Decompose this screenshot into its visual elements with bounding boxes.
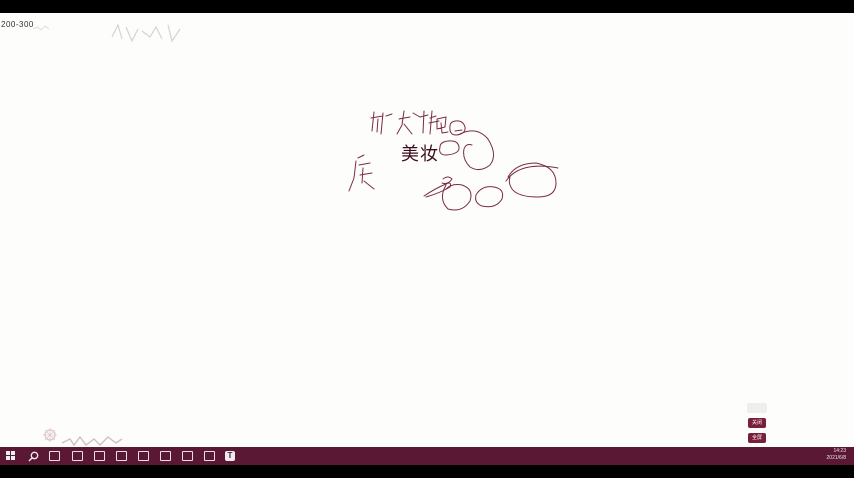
search-icon[interactable] xyxy=(26,449,40,463)
windows-start-icon[interactable] xyxy=(4,449,18,463)
ink-stroke xyxy=(396,110,421,135)
clock-date: 2021/6/8 xyxy=(826,455,846,461)
ink-stroke xyxy=(439,140,460,156)
ink-stroke xyxy=(454,129,463,132)
app-icon-1[interactable] xyxy=(47,449,61,463)
ink-stroke xyxy=(475,186,504,208)
app-icon-2[interactable] xyxy=(70,449,84,463)
app-icon-5[interactable] xyxy=(136,449,150,463)
ink-stroke xyxy=(457,130,494,171)
app-icon-7[interactable] xyxy=(180,449,194,463)
watermark-logo xyxy=(43,428,123,447)
clock-time: 14:23 xyxy=(833,448,846,454)
app-icon-8[interactable] xyxy=(202,449,216,463)
handwriting-ink-layer xyxy=(348,110,559,211)
app-icon-3[interactable] xyxy=(92,449,106,463)
whiteboard-canvas[interactable]: 200-300 美妆 关闭 全屏 xyxy=(0,13,854,447)
ink-stroke xyxy=(370,111,393,135)
close-button[interactable]: 关闭 xyxy=(748,418,766,428)
ink-stroke xyxy=(423,182,451,198)
ink-stroke xyxy=(348,154,375,192)
ink-stroke xyxy=(505,165,559,182)
ink-stroke xyxy=(419,110,440,135)
fullscreen-button[interactable]: 全屏 xyxy=(748,433,766,443)
ink-stroke xyxy=(507,162,557,198)
system-clock[interactable]: 14:23 2021/6/8 xyxy=(827,448,846,462)
typed-text: 美妆 xyxy=(401,144,439,165)
ink-stroke xyxy=(442,184,472,211)
text-app-icon-label: T xyxy=(225,451,235,461)
faint-side-control xyxy=(747,403,767,413)
ink-stroke xyxy=(436,116,449,134)
ink-stroke xyxy=(441,176,453,184)
text-app-icon[interactable]: T xyxy=(223,449,237,463)
app-icon-4[interactable] xyxy=(114,449,128,463)
app-icon-6[interactable] xyxy=(158,449,172,463)
taskbar: T 14:23 2021/6/8 xyxy=(0,447,854,465)
